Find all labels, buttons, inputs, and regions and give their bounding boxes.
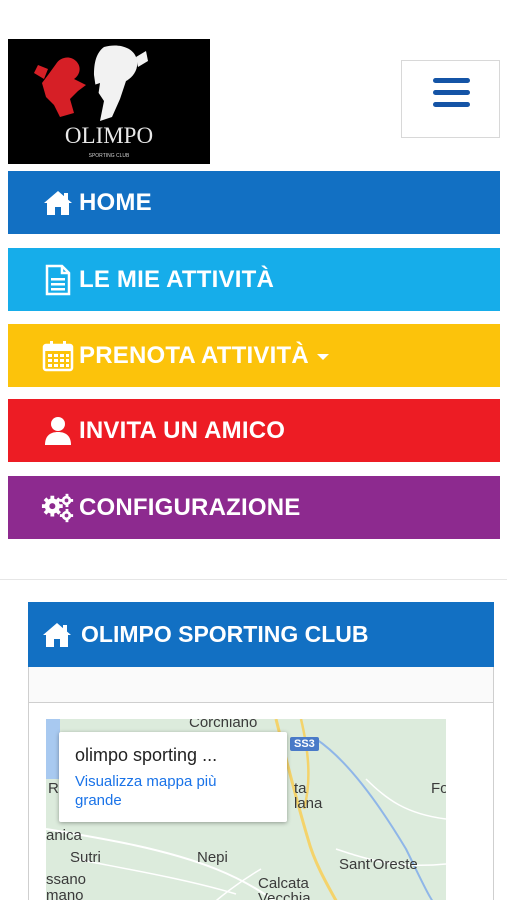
menu-item-label: INVITA UN AMICO — [79, 416, 286, 444]
home-icon — [41, 186, 75, 220]
embedded-map[interactable]: Corchiano SS3 Ro ta lana Fo anica Sutri … — [46, 719, 446, 900]
map-label: ssano — [46, 871, 87, 888]
menu-item-book-activity[interactable]: PRENOTA ATTIVITÀ — [8, 324, 500, 387]
user-icon — [41, 414, 75, 448]
menu-item-label: PRENOTA ATTIVITÀ — [79, 341, 309, 369]
place-name: olimpo sporting ... — [75, 745, 218, 765]
logo-graphic: OLIMPO SPORTING CLUB — [8, 39, 210, 164]
document-icon — [41, 263, 75, 297]
section-divider — [0, 579, 507, 580]
menu-item-invite-friend[interactable]: INVITA UN AMICO — [8, 399, 500, 462]
map-label: Fo — [431, 780, 446, 797]
logo-text: OLIMPO — [65, 123, 153, 148]
panel-header: OLIMPO SPORTING CLUB — [28, 602, 494, 667]
map-label: Nepi — [197, 849, 228, 866]
map-label: Sutri — [70, 849, 101, 866]
menu-item-home[interactable]: HOME — [8, 171, 500, 234]
gears-icon — [41, 491, 75, 525]
view-larger-map-link[interactable]: Visualizza mappa più grande — [75, 772, 245, 810]
menu-item-label: LE MIE ATTIVITÀ — [79, 265, 274, 293]
menu-item-label: HOME — [79, 188, 152, 216]
menu-item-my-activities[interactable]: LE MIE ATTIVITÀ — [8, 248, 500, 311]
map-label: Sant'Oreste — [339, 856, 418, 873]
map-label: lana — [294, 795, 323, 812]
menu-item-settings[interactable]: CONFIGURAZIONE — [8, 476, 500, 539]
menu-toggle-button[interactable] — [401, 60, 500, 138]
club-panel: OLIMPO SPORTING CLUB Corchiano SS3 Ro ta… — [28, 602, 494, 900]
logo-subtext: SPORTING CLUB — [89, 153, 130, 159]
map-label: mano — [46, 887, 84, 900]
panel-subheader — [29, 667, 493, 703]
map-label: anica — [46, 827, 82, 844]
chevron-down-icon — [316, 353, 329, 360]
header: OLIMPO SPORTING CLUB — [0, 0, 507, 170]
panel-title: OLIMPO SPORTING CLUB — [81, 621, 369, 647]
map-label: Corchiano — [189, 719, 258, 731]
home-icon — [41, 621, 73, 649]
menu-item-label: CONFIGURAZIONE — [79, 493, 301, 521]
map-label: Vecchia — [258, 890, 311, 900]
olimpo-logo[interactable]: OLIMPO SPORTING CLUB — [8, 39, 210, 164]
road-shield: SS3 — [290, 737, 319, 751]
calendar-icon — [41, 339, 75, 373]
map-info-card: olimpo sporting ... Visualizza mappa più… — [59, 732, 287, 822]
